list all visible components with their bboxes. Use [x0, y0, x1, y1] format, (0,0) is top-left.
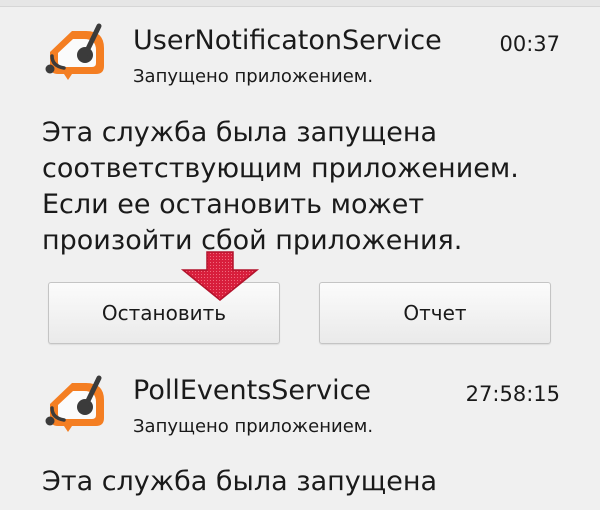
top-edge-divider	[0, 0, 600, 7]
service-description: Эта служба была запущена	[42, 466, 438, 497]
service-name: UserNotificatonService	[133, 25, 442, 56]
report-button[interactable]: Отчет	[319, 282, 551, 344]
service-description: Эта служба была запущена соответствующим…	[42, 117, 519, 256]
service-uptime: 00:37	[499, 32, 560, 56]
service-subtitle: Запущено приложением.	[133, 66, 374, 87]
service-uptime: 27:58:15	[465, 382, 560, 406]
service-subtitle: Запущено приложением.	[133, 416, 374, 437]
app-logo-icon	[45, 23, 104, 80]
app-logo-icon	[45, 375, 104, 432]
down-arrow-icon	[180, 251, 260, 301]
service-name: PollEventsService	[133, 375, 372, 406]
